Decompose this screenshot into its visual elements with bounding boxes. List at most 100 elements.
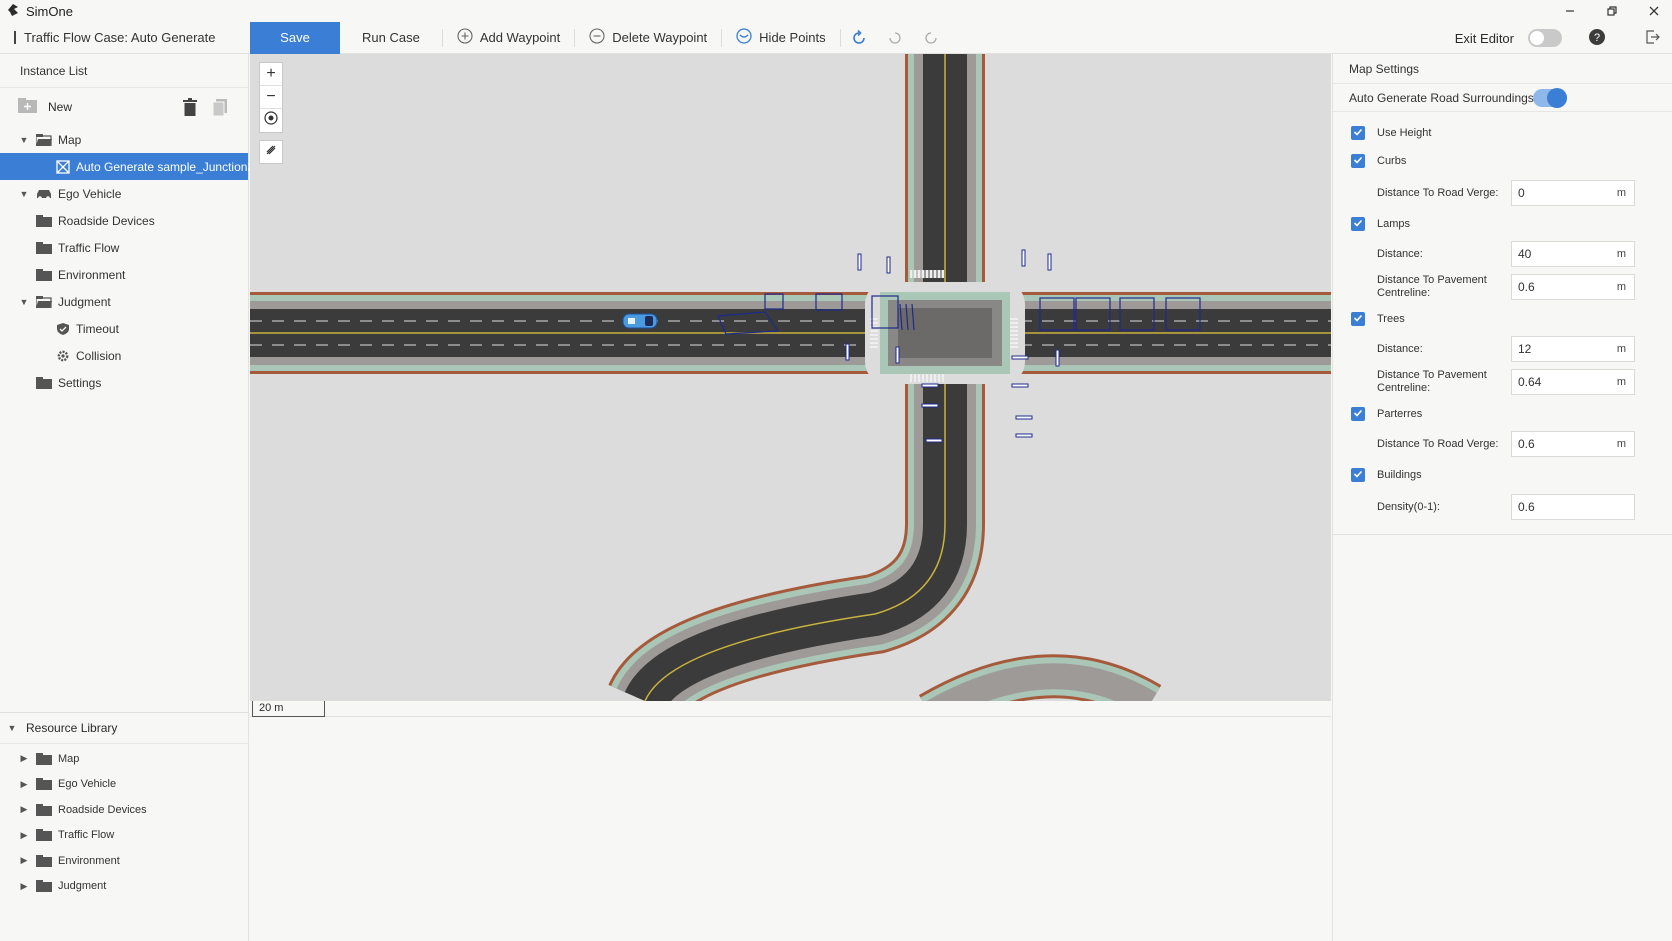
new-instance-button[interactable]: New	[18, 97, 72, 117]
chevron-right-icon[interactable]: ▶	[18, 779, 30, 790]
tree-item-settings[interactable]: Settings	[0, 369, 248, 396]
parterres-distance-input[interactable]: 0.6 m	[1511, 431, 1635, 457]
checkmark-icon	[1353, 469, 1363, 482]
delete-waypoint-label: Delete Waypoint	[612, 30, 708, 45]
tree-item-label: Timeout	[76, 321, 119, 336]
curbs-checkbox[interactable]	[1351, 154, 1365, 168]
trees-distance-row: Distance: 12 m	[1377, 336, 1657, 362]
chevron-right-icon[interactable]: ▶	[18, 830, 30, 841]
chevron-right-icon[interactable]: ▶	[18, 881, 30, 892]
run-case-button[interactable]: Run Case	[340, 22, 442, 54]
tree-item-timeout[interactable]: Timeout	[0, 315, 248, 342]
parterres-checkbox[interactable]	[1351, 407, 1365, 421]
chevron-down-icon[interactable]: ▼	[18, 189, 30, 199]
chevron-down-icon[interactable]: ▼	[18, 297, 30, 307]
refresh-icon[interactable]	[841, 22, 877, 54]
panel-divider	[1333, 534, 1672, 535]
tree-item-label: Collision	[76, 348, 122, 363]
instance-list-title: Instance List	[0, 54, 248, 88]
help-icon[interactable]: ?	[1588, 28, 1606, 49]
trees-distance-input[interactable]: 12 m	[1511, 336, 1635, 362]
copy-icon[interactable]	[212, 98, 228, 119]
resource-item-judgment[interactable]: ▶ Judgment	[0, 874, 249, 900]
redo-icon[interactable]	[913, 22, 949, 54]
road-map[interactable]	[250, 54, 1331, 701]
lamps-centreline-label: Distance To Pavement Centreline:	[1377, 274, 1487, 299]
tree-item-judgment[interactable]: ▼ Judgment	[0, 288, 248, 315]
add-waypoint-button[interactable]: Add Waypoint	[443, 22, 574, 54]
undo-icon[interactable]	[877, 22, 913, 54]
trees-row: Trees	[1351, 312, 1405, 326]
restore-icon[interactable]	[1604, 3, 1620, 19]
zoom-out-button[interactable]: −	[260, 86, 282, 109]
auto-generate-toggle[interactable]	[1533, 88, 1567, 108]
density-input[interactable]: 0.6	[1511, 494, 1635, 520]
tree-item-label: Judgment	[58, 294, 111, 309]
tree-item-map[interactable]: ▼ Map	[0, 126, 248, 153]
minimize-icon[interactable]	[1562, 3, 1578, 19]
curbs-label: Curbs	[1377, 155, 1407, 167]
zoom-in-button[interactable]: +	[260, 63, 282, 86]
lamps-checkbox[interactable]	[1351, 217, 1365, 231]
lamps-label: Lamps	[1377, 218, 1411, 230]
tree-item-roadside-devices[interactable]: Roadside Devices	[0, 207, 248, 234]
tree-item-ego-vehicle[interactable]: ▼ Ego Vehicle	[0, 180, 248, 207]
resource-item-label: Ego Vehicle	[58, 778, 117, 791]
simone-logo-icon	[6, 3, 20, 20]
buildings-checkbox[interactable]	[1351, 468, 1365, 482]
tree-item-label: Settings	[58, 375, 102, 390]
plus-circle-icon	[457, 28, 473, 47]
tree-item-environment[interactable]: Environment	[0, 261, 248, 288]
lamps-centreline-row: Distance To Pavement Centreline: 0.6 m	[1377, 274, 1657, 300]
resource-library-header[interactable]: ▼ Resource Library	[0, 712, 249, 744]
chevron-right-icon[interactable]: ▶	[18, 804, 30, 815]
trash-icon[interactable]	[182, 98, 198, 119]
svg-text:?: ?	[1594, 32, 1600, 44]
chevron-right-icon[interactable]: ▶	[18, 753, 30, 764]
folder-icon	[36, 268, 52, 281]
trees-distance-value: 12	[1518, 342, 1532, 356]
resource-item-label: Roadside Devices	[58, 803, 147, 816]
locate-button[interactable]	[260, 109, 282, 132]
resource-item-roadside-devices[interactable]: ▶ Roadside Devices	[0, 797, 249, 823]
resource-item-environment[interactable]: ▶ Environment	[0, 848, 249, 874]
unit-label: m	[1616, 376, 1626, 388]
use-height-checkbox[interactable]	[1351, 126, 1365, 140]
ruler-icon	[264, 143, 278, 162]
lamps-centreline-input[interactable]: 0.6 m	[1511, 274, 1635, 300]
density-row: Density(0-1): 0.6	[1377, 494, 1657, 520]
trees-centreline-input[interactable]: 0.64 m	[1511, 369, 1635, 395]
density-value: 0.6	[1518, 500, 1535, 514]
map-canvas[interactable]: + −	[250, 54, 1331, 701]
instance-list-panel: Instance List New ▼ Map Auto Generate samp…	[0, 54, 264, 941]
horizontal-road	[250, 292, 1331, 374]
save-button[interactable]: Save	[250, 21, 340, 54]
resource-item-traffic-flow[interactable]: ▶ Traffic Flow	[0, 823, 249, 849]
close-icon[interactable]	[1646, 3, 1662, 19]
chevron-right-icon[interactable]: ▶	[18, 855, 30, 866]
resource-item-label: Judgment	[58, 880, 107, 893]
trees-centreline-label: Distance To Pavement Centreline:	[1377, 369, 1487, 394]
tree-item-auto-generate-sample-junction3[interactable]: Auto Generate sample_Junction3...	[0, 153, 264, 180]
exit-editor-toggle[interactable]	[1528, 29, 1562, 47]
parterres-distance-row: Distance To Road Verge: 0.6 m	[1377, 431, 1657, 457]
tree-item-label: Auto Generate sample_Junction3...	[76, 159, 265, 174]
tree-item-collision[interactable]: Collision	[0, 342, 248, 369]
tree-item-traffic-flow[interactable]: Traffic Flow	[0, 234, 248, 261]
folder-icon	[36, 214, 52, 227]
lamps-distance-input[interactable]: 40 m	[1511, 241, 1635, 267]
folder-icon	[36, 752, 52, 765]
logout-icon[interactable]	[1644, 29, 1660, 48]
resource-item-label: Environment	[58, 854, 120, 867]
delete-waypoint-button[interactable]: Delete Waypoint	[575, 22, 721, 54]
resource-item-map[interactable]: ▶ Map	[0, 746, 249, 772]
hide-points-button[interactable]: Hide Points	[722, 22, 839, 54]
curbs-distance-input[interactable]: 0m	[1511, 180, 1635, 206]
trees-checkbox[interactable]	[1351, 312, 1365, 326]
measure-button[interactable]	[259, 140, 283, 164]
scale-bar-row: 20 m	[250, 701, 1331, 717]
checkmark-icon	[1353, 313, 1363, 326]
chevron-down-icon[interactable]: ▼	[18, 135, 30, 145]
resource-item-ego-vehicle[interactable]: ▶ Ego Vehicle	[0, 772, 249, 798]
main-toolbar: Traffic Flow Case: Auto Generate Save Ru…	[0, 21, 1672, 54]
